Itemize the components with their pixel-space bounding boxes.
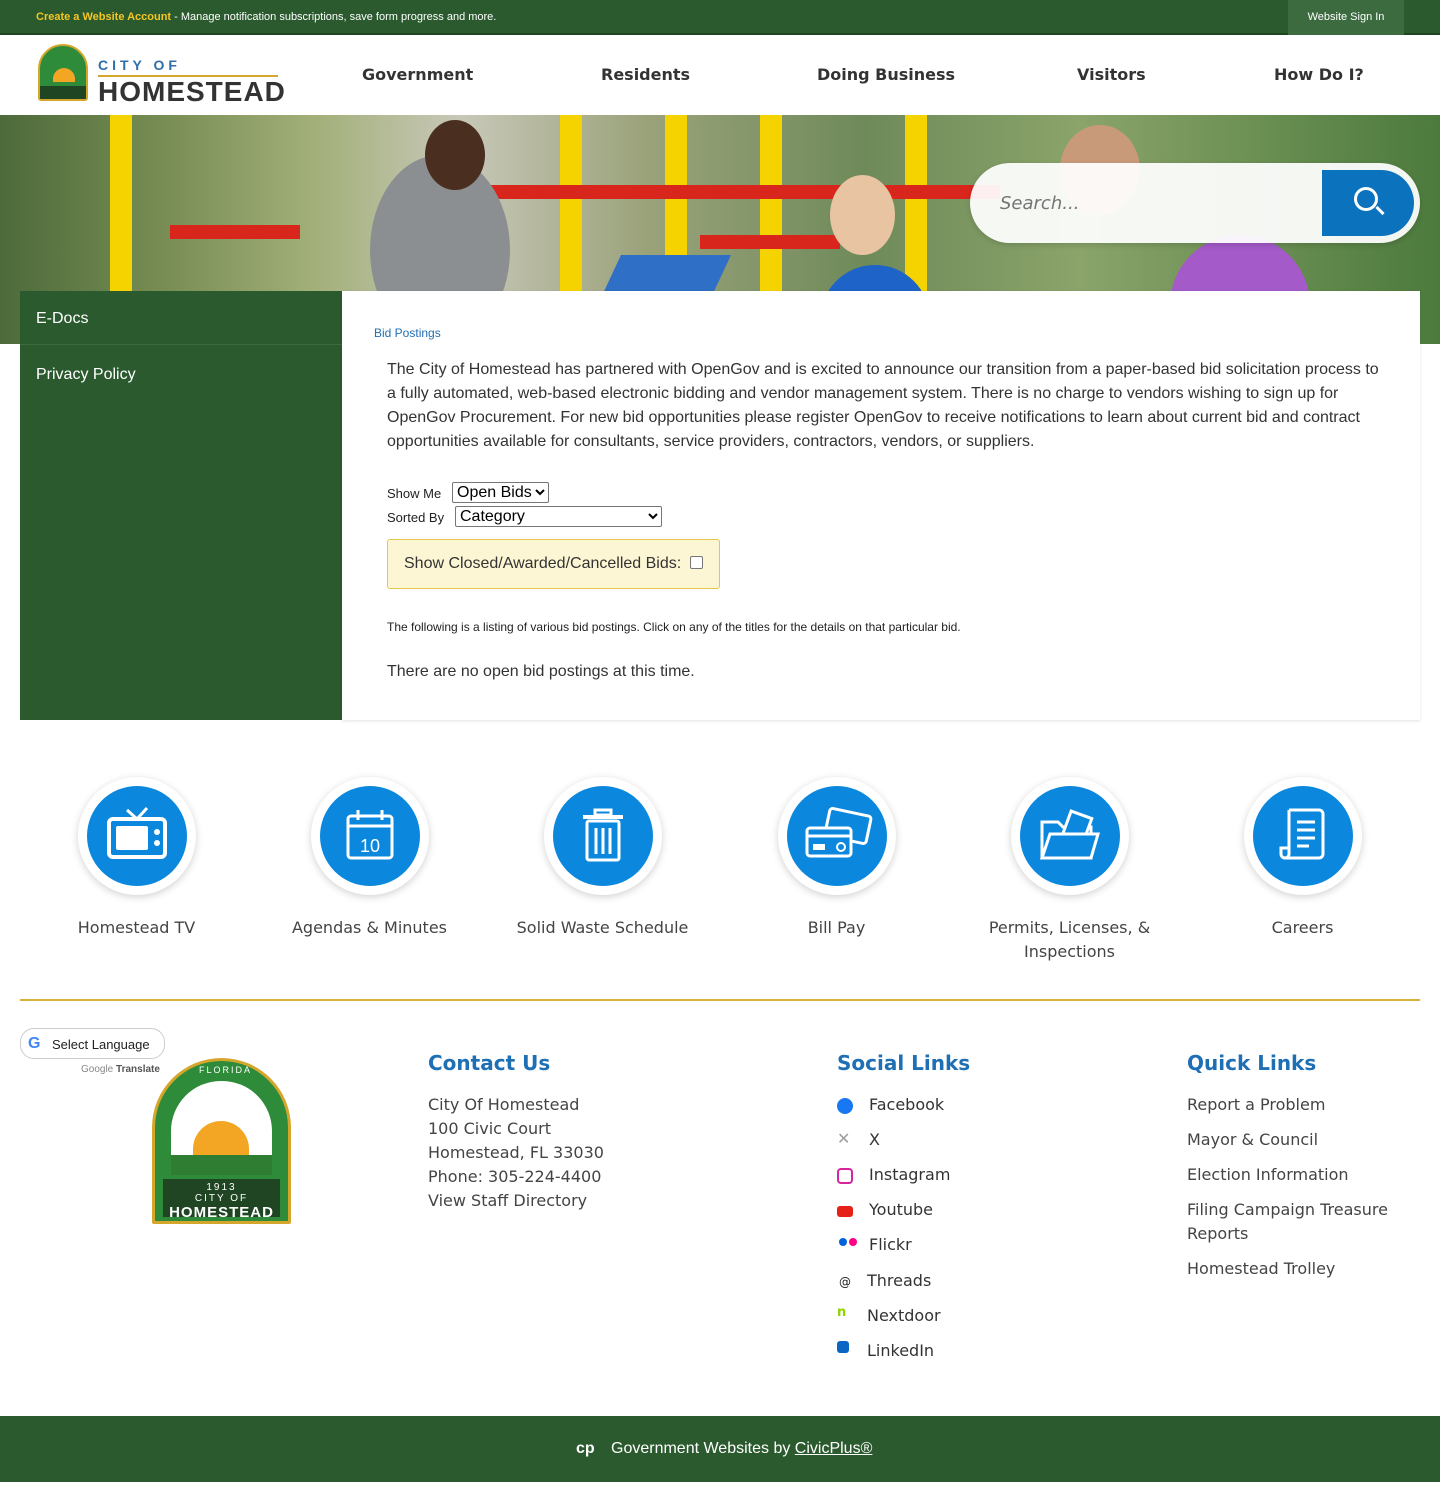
sorted-by-label: Sorted By (387, 510, 445, 525)
quick-link-homestead-trolley[interactable]: Homestead Trolley (1187, 1257, 1417, 1281)
seal-arc-text: FLORIDA (199, 1065, 253, 1075)
civicplus-logo-icon: cp (576, 1440, 595, 1457)
account-message-text: - Manage notification subscriptions, sav… (171, 11, 497, 23)
quick-icon-label: Bill Pay (807, 918, 866, 937)
show-me-label: Show Me (387, 486, 442, 501)
breadcrumb[interactable]: Bid Postings (374, 326, 441, 340)
credit-card-icon (805, 806, 873, 858)
quick-link-election-information[interactable]: Election Information (1187, 1163, 1417, 1187)
facebook-icon (837, 1098, 853, 1114)
powered-by-google-translate[interactable]: Google Translate (81, 1064, 160, 1075)
logo-name: HOMESTEAD (98, 76, 286, 107)
logo-city-of: CITY OF (98, 57, 181, 73)
footer-divider (20, 999, 1420, 1001)
sidebar-item-e-docs[interactable]: E-Docs (36, 310, 88, 328)
youtube-icon (837, 1206, 853, 1217)
select-language-button[interactable]: G Select Language (20, 1028, 165, 1059)
nextdoor-icon: n (837, 1306, 853, 1322)
contact-line: City Of Homestead (428, 1095, 580, 1114)
svg-text:10: 10 (360, 836, 380, 856)
tv-icon (107, 806, 167, 859)
nav-visitors[interactable]: Visitors (1077, 65, 1146, 84)
document-icon (1279, 808, 1325, 860)
seal-year: 1913 (206, 1182, 237, 1193)
city-seal-logo: FLORIDA 1913 CITY OF HOMESTEAD (152, 1058, 291, 1224)
city-logo[interactable]: CITY OF HOMESTEAD (38, 44, 285, 107)
listing-note: The following is a listing of various bi… (387, 620, 961, 634)
search-button[interactable] (1322, 170, 1414, 236)
civicplus-link[interactable]: CivicPlus® (795, 1440, 873, 1457)
instagram-icon (837, 1168, 853, 1184)
contact-us-heading: Contact Us (428, 1051, 551, 1075)
trash-icon (583, 808, 623, 862)
account-message: Create a Website Account - Manage notifi… (36, 11, 496, 23)
top-notification-bar: Create a Website Account - Manage notifi… (0, 0, 1440, 35)
contact-line: 100 Civic Court (428, 1119, 551, 1138)
show-closed-bids-checkbox[interactable] (690, 556, 703, 569)
quick-icon-label: Agendas & Minutes (291, 918, 447, 937)
logo-badge-icon (38, 44, 88, 101)
website-sign-in-button[interactable]: Website Sign In (1288, 0, 1404, 35)
staff-directory-link[interactable]: View Staff Directory (428, 1189, 604, 1213)
show-me-select[interactable]: Open Bids (452, 482, 549, 503)
select-language-label: Select Language (52, 1037, 150, 1052)
nav-residents[interactable]: Residents (601, 65, 690, 84)
bottom-bar: cp Government Websites by CivicPlus® (0, 1416, 1440, 1482)
intro-text: The City of Homestead has partnered with… (387, 361, 1379, 450)
seal-city-of: CITY OF (194, 1193, 249, 1204)
quick-link-campaign-treasure-reports[interactable]: Filing Campaign Treasure Reports (1187, 1198, 1417, 1246)
contact-line: Homestead, FL 33030 (428, 1143, 604, 1162)
side-navigation: E-Docs Privacy Policy (20, 291, 342, 720)
seal-name: HOMESTEAD (169, 1204, 274, 1221)
contact-phone: Phone: 305-224-4400 (428, 1167, 602, 1186)
linkedin-icon (837, 1341, 849, 1353)
civicplus-credit: Government Websites by CivicPlus® (611, 1440, 873, 1457)
x-icon: ✕ (837, 1131, 853, 1147)
social-links-heading: Social Links (837, 1051, 971, 1075)
google-icon: G (28, 1035, 41, 1052)
nav-government[interactable]: Government (362, 65, 473, 84)
quick-icon-label: Permits, Licenses, & Inspections (988, 918, 1151, 961)
create-account-link[interactable]: Create a Website Account (36, 11, 171, 23)
contact-block: City Of Homestead 100 Civic Court Homest… (428, 1093, 604, 1213)
site-search (970, 163, 1420, 243)
quick-links-heading: Quick Links (1187, 1051, 1317, 1075)
no-bids-message: There are no open bid postings at this t… (387, 663, 695, 680)
quick-icon-label: Solid Waste Schedule (516, 918, 689, 937)
search-input[interactable] (1000, 185, 1300, 221)
nav-doing-business[interactable]: Doing Business (817, 65, 955, 84)
site-header: CITY OF HOMESTEAD Government Residents D… (0, 37, 1440, 115)
show-closed-bids-box: Show Closed/Awarded/Cancelled Bids: (387, 539, 720, 589)
sorted-by-select[interactable]: Category (455, 506, 662, 527)
show-closed-bids-label: Show Closed/Awarded/Cancelled Bids: (404, 555, 682, 572)
calendar-icon: 10 (346, 810, 394, 860)
sidebar-item-privacy-policy[interactable]: Privacy Policy (36, 366, 136, 384)
nav-how-do-i[interactable]: How Do I? (1274, 65, 1364, 84)
main-content: Bid Postings The City of Homestead has p… (342, 291, 1420, 720)
folder-icon (1039, 809, 1100, 860)
quick-icon-label: Careers (1271, 918, 1334, 937)
threads-icon: @ (837, 1274, 853, 1290)
quick-icon-label: Homestead TV (77, 918, 196, 937)
quick-link-report-problem[interactable]: Report a Problem (1187, 1093, 1417, 1117)
flickr-icon (837, 1238, 859, 1254)
quick-link-mayor-council[interactable]: Mayor & Council (1187, 1128, 1417, 1152)
